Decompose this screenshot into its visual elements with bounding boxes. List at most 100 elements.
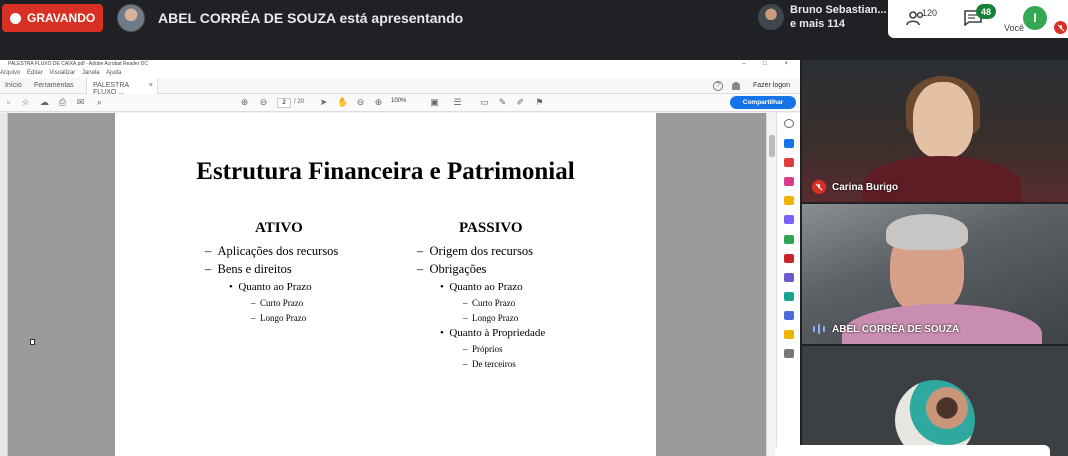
recording-indicator[interactable]: GRAVANDO	[2, 4, 103, 32]
tab-home[interactable]: Início	[5, 82, 22, 89]
select-cursor-icon[interactable]: ➤	[319, 98, 328, 107]
upload-icon[interactable]: ☁	[40, 98, 49, 107]
navigation-pane[interactable]	[0, 113, 8, 456]
send-signature-icon[interactable]	[784, 311, 794, 320]
mic-off-icon	[812, 180, 826, 194]
viewers-summary[interactable]: Bruno Sebastian... e mais 114	[790, 3, 887, 31]
more-tools-icon[interactable]	[784, 349, 794, 358]
page-fit-icon[interactable]: ▣	[430, 98, 439, 107]
tab-document[interactable]: PALESTRA FLUXO ... ×	[86, 78, 158, 96]
menu-bar: Arquivo Editar Visualizar Janela Ajuda	[0, 69, 800, 78]
comment-icon[interactable]: ▭	[480, 98, 489, 107]
notification-card[interactable]	[775, 445, 1050, 456]
meet-window: GRAVANDO ABEL CORRÊA DE SOUZA está apres…	[0, 0, 1068, 456]
list-item: – Curto Prazo	[251, 298, 304, 308]
share-button[interactable]: Compartilhar	[730, 96, 796, 109]
zoom-select[interactable]: 100%	[391, 98, 406, 104]
search-icon[interactable]: ⌕	[95, 98, 104, 107]
export-pdf-icon[interactable]	[784, 158, 794, 167]
tab-bar: Início Ferramentas PALESTRA FLUXO ... × …	[0, 78, 800, 96]
viewers-line-2: e mais 114	[790, 18, 846, 30]
participant-video	[886, 214, 968, 250]
star-icon[interactable]: ☆	[21, 98, 30, 107]
viewer-avatar[interactable]	[758, 4, 784, 30]
scrollbar-thumb[interactable]	[769, 135, 775, 157]
self-view-tile[interactable]	[802, 346, 1068, 456]
menu-item-visualizar[interactable]: Visualizar	[49, 70, 75, 76]
fill-sign-icon[interactable]	[784, 254, 794, 263]
zoom-tool-icon[interactable]	[784, 119, 794, 128]
self-avatar[interactable]: I	[1023, 6, 1047, 30]
participant-video-body	[862, 156, 1022, 202]
vertical-scrollbar[interactable]	[766, 113, 776, 456]
share-button-label: Compartilhar	[742, 99, 784, 106]
presenter-status-text: ABEL CORRÊA DE SOUZA está apresentando	[158, 10, 464, 26]
help-icon[interactable]: ?	[713, 81, 723, 91]
mouse-cursor-icon	[30, 339, 35, 345]
menu-item-arquivo[interactable]: Arquivo	[0, 70, 20, 76]
zoom-in-icon[interactable]: ⊕	[374, 98, 383, 107]
scroll-mode-icon[interactable]: ☰	[453, 98, 462, 107]
protect-icon[interactable]	[784, 273, 794, 282]
list-item: – Curto Prazo	[463, 298, 516, 308]
bell-icon[interactable]	[732, 82, 740, 90]
participant-video-face	[913, 82, 973, 158]
menu-item-editar[interactable]: Editar	[27, 70, 43, 76]
create-pdf-icon[interactable]	[784, 139, 794, 148]
highlight-pen-icon[interactable]: ✎	[498, 98, 507, 107]
page-number-input[interactable]: 2	[277, 98, 291, 108]
previous-page-icon[interactable]: ⊕	[240, 98, 249, 107]
participant-name-label: Carina Burigo	[812, 180, 898, 194]
list-item: • Quanto ao Prazo	[229, 281, 312, 293]
optimize-icon[interactable]	[784, 292, 794, 301]
login-link[interactable]: Fazer logon	[753, 82, 790, 89]
edit-pdf-icon[interactable]	[784, 177, 794, 186]
slide-title: Estrutura Financeira e Patrimonial	[196, 158, 575, 185]
tools-rail	[776, 113, 800, 456]
presenter-avatar	[117, 4, 145, 32]
participant-name-label: ABEL CORRÊA DE SOUZA	[812, 322, 959, 336]
window-controls[interactable]: – □ ×	[742, 60, 796, 69]
email-icon[interactable]: ✉	[76, 98, 85, 107]
window-title: PALESTRA FLUXO DE CAIXA.pdf - Adobe Acro…	[8, 61, 148, 67]
organize-pages-icon[interactable]	[784, 235, 794, 244]
chat-unread-badge: 48	[976, 4, 996, 19]
stamp-tool-icon[interactable]	[784, 330, 794, 339]
hand-tool-icon[interactable]: ✋	[337, 98, 348, 107]
next-page-icon[interactable]: ⊖	[259, 98, 268, 107]
list-item: – Origem dos recursos	[417, 244, 533, 258]
zoom-out-icon[interactable]: ⊖	[356, 98, 365, 107]
participant-tile-abel[interactable]: ABEL CORRÊA DE SOUZA	[802, 204, 1068, 344]
tab-tools[interactable]: Ferramentas	[34, 82, 74, 89]
stamp-icon[interactable]: ⚑	[535, 98, 544, 107]
participant-tile-carina[interactable]: Carina Burigo	[802, 60, 1068, 202]
list-item: – Obrigações	[417, 262, 487, 276]
meet-top-bar: GRAVANDO ABEL CORRÊA DE SOUZA está apres…	[0, 0, 1068, 38]
participant-name: Carina Burigo	[832, 181, 899, 193]
print-icon[interactable]: ⎙	[58, 98, 67, 107]
viewers-line-1: Bruno Sebastian...	[790, 4, 887, 16]
acrobat-title-bar: PALESTRA FLUXO DE CAIXA.pdf - Adobe Acro…	[0, 60, 800, 69]
passivo-heading: PASSIVO	[459, 220, 523, 236]
list-item: – Longo Prazo	[463, 313, 519, 323]
pdf-page: Estrutura Financeira e Patrimonial ATIVO…	[115, 113, 656, 456]
save-icon[interactable]: ▫	[4, 98, 13, 107]
record-dot-icon	[10, 12, 21, 24]
list-item: – Próprios	[463, 344, 503, 354]
acrobat-toolbar: ▫ ☆ ☁ ⎙ ✉ ⌕ ⊕ ⊖ 2 / 20 ➤ ✋ ⊖ ⊕ 100% ▣ ☰ …	[0, 94, 800, 112]
participant-name: ABEL CORRÊA DE SOUZA	[832, 323, 960, 335]
close-icon[interactable]: ×	[149, 82, 153, 89]
list-item: – Bens e direitos	[205, 262, 292, 276]
self-label: Você	[1004, 23, 1025, 33]
combine-files-icon[interactable]	[784, 215, 794, 224]
menu-item-janela[interactable]: Janela	[82, 70, 100, 76]
list-item: – Aplicações dos recursos	[205, 244, 339, 258]
document-viewport[interactable]: Estrutura Financeira e Patrimonial ATIVO…	[8, 113, 766, 456]
draw-icon[interactable]: ✐	[516, 98, 525, 107]
list-item: – De terceiros	[463, 359, 516, 369]
menu-item-ajuda[interactable]: Ajuda	[106, 70, 121, 76]
comment-tool-icon[interactable]	[784, 196, 794, 205]
list-item: – Longo Prazo	[251, 313, 307, 323]
mic-off-icon	[1054, 21, 1067, 34]
people-count: 120	[922, 8, 938, 18]
